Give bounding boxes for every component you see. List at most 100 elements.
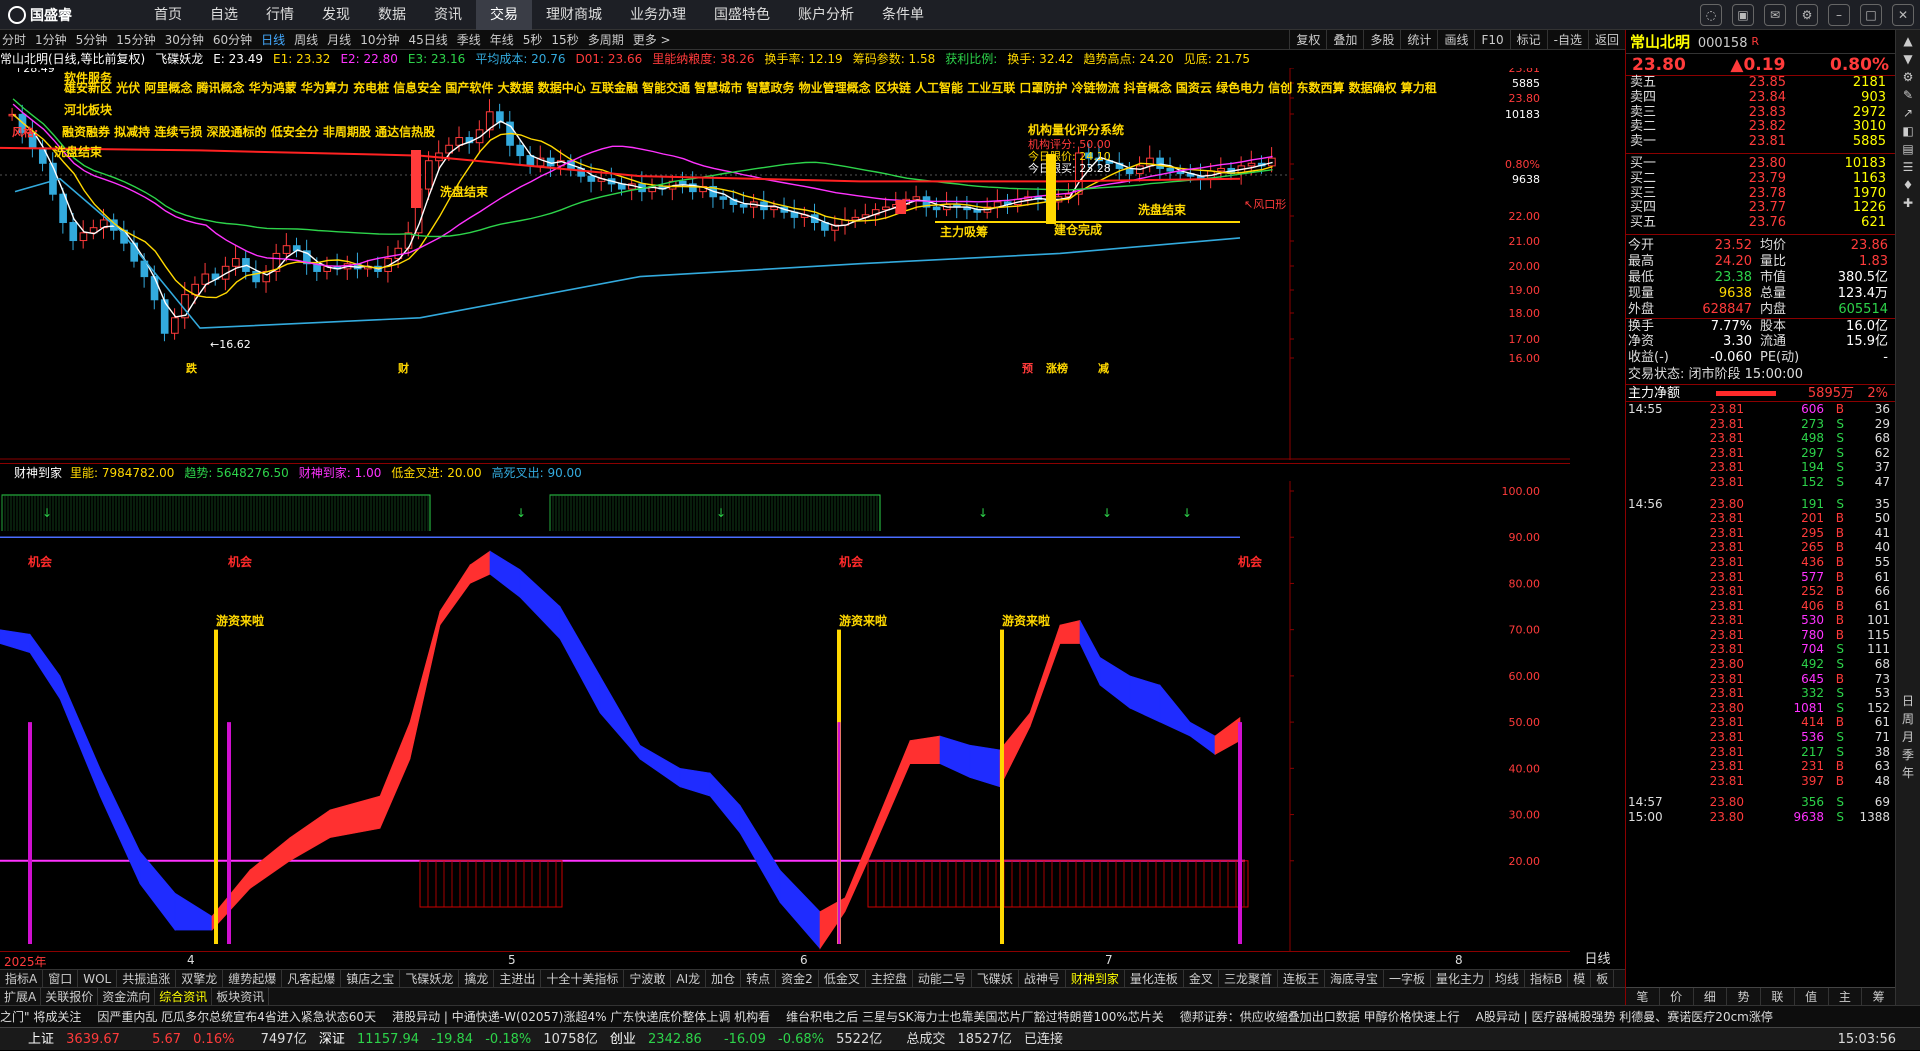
news-item[interactable]: 因严重内乱 厄瓜多尔总统宣布4省进入紧急状态60天 [97, 1010, 376, 1024]
quote-tab[interactable]: 笔 [1626, 988, 1660, 1005]
indicator-tab[interactable]: 财神到家 [1066, 970, 1125, 987]
menu-item[interactable]: 发现 [308, 0, 364, 30]
book-row[interactable]: 卖四 23.84 903 [1626, 90, 1895, 106]
sidebar-tool-icon[interactable]: ⚙ [1896, 68, 1920, 86]
news-ticker[interactable]: 之门" 将成关注 因严重内乱 厄瓜多尔总统宣布4省进入紧急状态60天 港股异动 | … [0, 1005, 1920, 1027]
extension-tab[interactable]: 板块资讯 [212, 988, 270, 1005]
extension-tab[interactable]: 资金流向 [98, 988, 156, 1005]
sidebar-tool-icon[interactable]: ☰ [1896, 158, 1920, 176]
tool-button[interactable]: 标记 [1509, 30, 1547, 50]
tool-button[interactable]: 多股 [1363, 30, 1400, 50]
period-item[interactable]: 15分钟 [116, 30, 155, 50]
period-item[interactable]: 5分钟 [76, 30, 108, 50]
period-item[interactable]: 分时 [2, 30, 26, 50]
indicator-tab[interactable]: 动能二号 [913, 970, 972, 987]
sidebar-period[interactable]: 月 [1896, 728, 1920, 746]
period-item[interactable]: 15秒 [551, 30, 578, 50]
news-item[interactable]: 维台积电之后 三星与SK海力士也靠美国芯片厂豁过特朗普100%芯片关 [786, 1010, 1164, 1024]
indicator-tab[interactable]: 资金2 [776, 970, 819, 987]
period-item[interactable]: 年线 [490, 30, 514, 50]
book-row[interactable]: 卖三 23.83 2972 [1626, 105, 1895, 121]
menu-item[interactable]: 自选 [196, 0, 252, 30]
sidebar-tool-icon[interactable]: ▤ [1896, 140, 1920, 158]
indicator-tab[interactable]: 均线 [1490, 970, 1526, 987]
tool-button[interactable]: 统计 [1400, 30, 1437, 50]
indicator-tab[interactable]: 宁波敢 [624, 970, 672, 987]
tool-button[interactable]: 复权 [1289, 30, 1326, 50]
quote-tab[interactable]: 价 [1660, 988, 1694, 1005]
news-item[interactable]: 港股异动 | 中通快递-W(02057)涨超4% 广东快递底价整体上调 机构看 [392, 1010, 770, 1024]
indicator-tab[interactable]: 一字板 [1384, 970, 1431, 987]
sidebar-period[interactable]: 季 [1896, 746, 1920, 764]
indicator-tab[interactable]: 飞碟妖龙 [400, 970, 460, 987]
quote-tab[interactable]: 值 [1795, 988, 1829, 1005]
sidebar-tool-icon[interactable]: ▼ [1896, 50, 1920, 68]
maximize-icon[interactable]: □ [1860, 4, 1882, 26]
indicator-tab[interactable]: 板 [1591, 970, 1615, 987]
menu-item[interactable]: 账户分析 [784, 0, 868, 30]
indicator-tab[interactable]: 指标B [1525, 970, 1569, 987]
quote-tab[interactable]: 联 [1761, 988, 1795, 1005]
tool-button[interactable]: 返回 [1587, 30, 1625, 50]
mail-icon[interactable]: ✉ [1764, 4, 1786, 26]
menu-item[interactable]: 交易 [476, 0, 532, 30]
sidebar-tool-icon[interactable]: ✚ [1896, 194, 1920, 212]
indicator-tab[interactable]: 三龙聚首 [1219, 970, 1278, 987]
period-item[interactable]: 5秒 [523, 30, 543, 50]
period-item[interactable]: 45日线 [408, 30, 447, 50]
book-row[interactable]: 买三 23.78 1970 [1626, 186, 1895, 202]
indicator-tab[interactable]: 海底寻宝 [1325, 970, 1384, 987]
book-row[interactable]: 卖五 23.85 2181 [1626, 75, 1895, 91]
menu-item[interactable]: 资讯 [420, 0, 476, 30]
period-item[interactable]: 多周期 [588, 30, 624, 50]
skin-icon[interactable]: ▣ [1732, 4, 1754, 26]
news-item[interactable]: 之门" 将成关注 [0, 1010, 81, 1024]
indicator-tab[interactable]: 缠势起爆 [223, 970, 283, 987]
indicator-tab[interactable]: 擒龙 [459, 970, 495, 987]
extension-tab[interactable]: 综合资讯 [155, 988, 213, 1005]
indicator-tab[interactable]: 主控盘 [866, 970, 913, 987]
book-row[interactable]: 买一 23.80 10183 [1626, 156, 1895, 172]
message-icon[interactable]: ◌ [1700, 4, 1722, 26]
indicator-tab[interactable]: 金叉 [1184, 970, 1219, 987]
indicator-tab[interactable]: 飞碟妖 [972, 970, 1019, 987]
extension-tab[interactable]: 关联报价 [41, 988, 99, 1005]
quote-tab[interactable]: 细 [1694, 988, 1728, 1005]
sidebar-period[interactable]: 周 [1896, 710, 1920, 728]
sidebar-tool-icon[interactable]: ▲ [1896, 32, 1920, 50]
book-row[interactable]: 买二 23.79 1163 [1626, 171, 1895, 187]
news-item[interactable]: 德邦证券：供应收缩叠加出口数据 甲醇价格快速上行 [1180, 1010, 1460, 1024]
indicator-tab[interactable]: 转点 [741, 970, 777, 987]
indicator-tab[interactable]: 模 [1568, 970, 1592, 987]
period-item[interactable]: 10分钟 [360, 30, 399, 50]
sidebar-period[interactable]: 日 [1896, 692, 1920, 710]
sidebar-tool-icon[interactable]: ♦ [1896, 176, 1920, 194]
indicator-tab[interactable]: 镇店之宝 [341, 970, 401, 987]
indicator-tab[interactable]: 量化连板 [1125, 970, 1184, 987]
indicator-tab[interactable]: 共振追涨 [117, 970, 177, 987]
menu-item[interactable]: 条件单 [868, 0, 938, 30]
indicator-tab[interactable]: 战神号 [1019, 970, 1066, 987]
book-row[interactable]: 买五 23.76 621 [1626, 215, 1895, 231]
tool-button[interactable]: -自选 [1546, 30, 1588, 50]
news-item[interactable]: A股异动 | 医疗器械股强势 利德曼、赛诺医疗20cm涨停 [1476, 1010, 1773, 1024]
extension-tab[interactable]: 扩展A [0, 988, 42, 1005]
period-item[interactable]: 30分钟 [165, 30, 204, 50]
quote-tab[interactable]: 主 [1829, 988, 1863, 1005]
sidebar-tool-icon[interactable]: ◧ [1896, 122, 1920, 140]
settings-icon[interactable]: ⚙ [1796, 4, 1818, 26]
app-logo[interactable]: 国盛睿 [8, 5, 72, 25]
period-item[interactable]: 更多 > [633, 30, 671, 50]
period-item[interactable]: 季线 [457, 30, 481, 50]
kline-chart[interactable]: 23.81 5885 23.80 10183 0.80% 9638 22.00 21.00 20… [0, 68, 1570, 460]
book-row[interactable]: 买四 23.77 1226 [1626, 201, 1895, 216]
sidebar-tool-icon[interactable]: ↗ [1896, 104, 1920, 122]
indicator-tab[interactable]: 低金叉 [819, 970, 866, 987]
menu-item[interactable]: 行情 [252, 0, 308, 30]
period-item[interactable]: 月线 [327, 30, 351, 50]
indicator-tab[interactable]: 十全十美指标 [541, 970, 625, 987]
menu-item[interactable]: 数据 [364, 0, 420, 30]
quote-tab[interactable]: 势 [1727, 988, 1761, 1005]
indicator-tab[interactable]: 凡客起爆 [282, 970, 342, 987]
sub-indicator-name[interactable]: 财神到家 [14, 466, 62, 480]
